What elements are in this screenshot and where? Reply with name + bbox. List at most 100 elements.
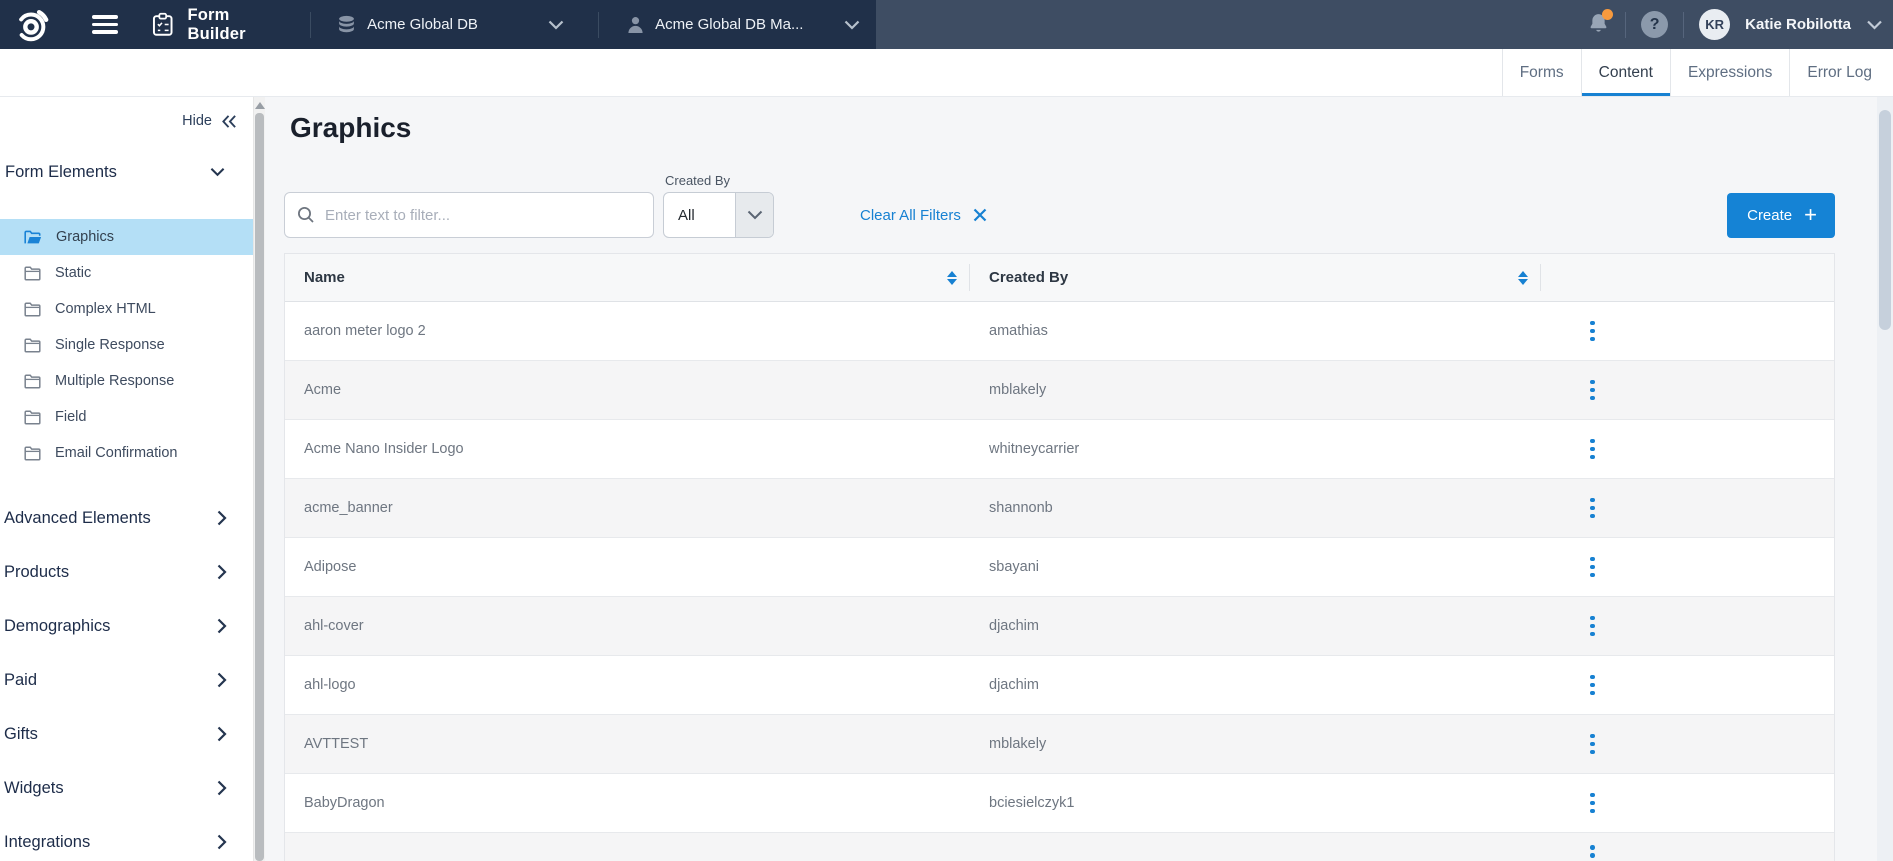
row-name-cell: AVTTEST bbox=[285, 715, 970, 773]
chevron-right-icon bbox=[217, 834, 227, 850]
sidebar-item-complex-html[interactable]: Complex HTML bbox=[0, 291, 253, 327]
created-by-select-value: All bbox=[664, 207, 735, 224]
sidebar-section-advanced-elements[interactable]: Advanced Elements bbox=[0, 491, 253, 545]
page-scrollbar-thumb[interactable] bbox=[1879, 110, 1891, 330]
chevron-right-icon bbox=[217, 564, 227, 580]
scroll-up-arrow-icon[interactable] bbox=[255, 102, 265, 109]
folder-icon bbox=[24, 302, 41, 317]
kebab-menu-button[interactable] bbox=[1582, 492, 1603, 525]
chevron-down-icon bbox=[735, 193, 773, 237]
sidebar-scrollbar[interactable] bbox=[253, 97, 265, 861]
chevron-right-icon bbox=[217, 618, 227, 634]
table-row: ahl-cover djachim bbox=[285, 597, 1834, 656]
sidebar-item-label: Graphics bbox=[56, 229, 114, 245]
kebab-menu-button[interactable] bbox=[1582, 669, 1603, 702]
hide-label: Hide bbox=[182, 113, 212, 129]
sidebar-sections: Advanced Elements Products Demographics … bbox=[0, 491, 253, 861]
app-logo-icon[interactable] bbox=[12, 6, 50, 44]
created-by-select[interactable]: All bbox=[663, 192, 774, 238]
sidebar-item-single-response[interactable]: Single Response bbox=[0, 327, 253, 363]
column-header-actions bbox=[1541, 254, 1834, 301]
created-by-label: Created By bbox=[665, 173, 774, 188]
sidebar-scrollbar-thumb[interactable] bbox=[255, 113, 264, 861]
kebab-menu-button[interactable] bbox=[1582, 728, 1603, 761]
column-header-created-by[interactable]: Created By bbox=[970, 254, 1541, 301]
sidebar-section-widgets[interactable]: Widgets bbox=[0, 761, 253, 815]
table-rows: aaron meter logo 2 amathias Acme mblakel… bbox=[285, 302, 1834, 833]
sidebar-item-graphics[interactable]: Graphics bbox=[0, 219, 253, 255]
folder-icon bbox=[24, 338, 41, 353]
kebab-menu-button[interactable] bbox=[1582, 610, 1603, 643]
row-name-cell: acme_banner bbox=[285, 479, 970, 537]
row-actions-cell bbox=[1541, 538, 1834, 596]
help-icon[interactable]: ? bbox=[1641, 11, 1668, 38]
section-label: Products bbox=[4, 563, 69, 582]
main-content: Graphics Created By bbox=[265, 97, 1893, 861]
table-row-partial bbox=[285, 833, 1834, 861]
section-label: Paid bbox=[4, 671, 37, 690]
tab-error-log[interactable]: Error Log bbox=[1789, 49, 1889, 96]
sort-icon[interactable] bbox=[1518, 271, 1528, 285]
chevron-right-icon bbox=[217, 780, 227, 796]
table-row: Acme mblakely bbox=[285, 361, 1834, 420]
database-selector[interactable]: Acme Global DB bbox=[311, 0, 578, 49]
user-name[interactable]: Katie Robilotta bbox=[1745, 16, 1851, 33]
database-selector-value: Acme Global DB bbox=[367, 16, 478, 33]
avatar[interactable]: KR bbox=[1699, 9, 1730, 40]
clear-all-filters-button[interactable]: Clear All Filters bbox=[860, 192, 987, 238]
tab-expressions[interactable]: Expressions bbox=[1670, 49, 1789, 96]
kebab-menu-button[interactable] bbox=[1582, 374, 1603, 407]
sidebar-item-static[interactable]: Static bbox=[0, 255, 253, 291]
sidebar-item-label: Complex HTML bbox=[55, 301, 156, 317]
hamburger-menu-icon[interactable] bbox=[92, 15, 118, 34]
kebab-menu-button[interactable] bbox=[1582, 433, 1603, 466]
column-label: Name bbox=[304, 269, 345, 286]
row-name-cell: ahl-logo bbox=[285, 656, 970, 714]
sidebar-section-products[interactable]: Products bbox=[0, 545, 253, 599]
table-row: Adipose sbayani bbox=[285, 538, 1834, 597]
notification-bell-icon[interactable] bbox=[1587, 12, 1610, 37]
kebab-menu-button[interactable] bbox=[1582, 551, 1603, 584]
sidebar-section-demographics[interactable]: Demographics bbox=[0, 599, 253, 653]
sidebar-item-label: Single Response bbox=[55, 337, 165, 353]
sidebar-section-integrations[interactable]: Integrations bbox=[0, 815, 253, 861]
form-elements-header[interactable]: Form Elements bbox=[0, 161, 253, 183]
kebab-menu-button[interactable] bbox=[1582, 787, 1603, 820]
filter-row: Created By All Clear All Filters bbox=[284, 173, 1835, 238]
search-input[interactable] bbox=[284, 192, 654, 238]
row-name-cell: Acme Nano Insider Logo bbox=[285, 420, 970, 478]
chevron-right-icon bbox=[217, 726, 227, 742]
sidebar-item-multiple-response[interactable]: Multiple Response bbox=[0, 363, 253, 399]
sort-icon[interactable] bbox=[947, 271, 957, 285]
sidebar-item-field[interactable]: Field bbox=[0, 399, 253, 435]
table-row: aaron meter logo 2 amathias bbox=[285, 302, 1834, 361]
chevron-down-icon bbox=[548, 20, 564, 30]
sidebar-section-paid[interactable]: Paid bbox=[0, 653, 253, 707]
tab-forms[interactable]: Forms bbox=[1502, 49, 1581, 96]
row-name-cell: Acme bbox=[285, 361, 970, 419]
page-scrollbar[interactable] bbox=[1877, 97, 1893, 861]
app-title: Form Builder bbox=[187, 6, 290, 44]
row-actions-cell bbox=[1541, 774, 1834, 832]
kebab-menu-button[interactable] bbox=[1582, 839, 1603, 861]
row-name-cell: Adipose bbox=[285, 538, 970, 596]
table-row: AVTTEST mblakely bbox=[285, 715, 1834, 774]
search-icon bbox=[297, 206, 315, 229]
created-by-filter: Created By All bbox=[663, 173, 774, 238]
create-button[interactable]: Create + bbox=[1727, 193, 1835, 238]
row-actions-cell bbox=[1541, 715, 1834, 773]
table-row: acme_banner shannonb bbox=[285, 479, 1834, 538]
row-created-by-cell: djachim bbox=[970, 656, 1541, 714]
sidebar: Hide Form Elements Graphics bbox=[0, 97, 253, 861]
sidebar-item-email-confirmation[interactable]: Email Confirmation bbox=[0, 435, 253, 471]
kebab-menu-button[interactable] bbox=[1582, 315, 1603, 348]
top-bar: Form Builder Acme Global DB bbox=[0, 0, 1893, 49]
hide-sidebar-button[interactable]: Hide bbox=[0, 97, 253, 129]
create-button-label: Create bbox=[1747, 207, 1792, 224]
column-header-name[interactable]: Name bbox=[285, 254, 970, 301]
chevron-down-icon[interactable] bbox=[1866, 20, 1883, 30]
sidebar-item-label: Email Confirmation bbox=[55, 445, 178, 461]
mapping-selector[interactable]: Acme Global DB Ma... bbox=[599, 0, 876, 49]
tab-content[interactable]: Content bbox=[1581, 49, 1670, 96]
sidebar-section-gifts[interactable]: Gifts bbox=[0, 707, 253, 761]
